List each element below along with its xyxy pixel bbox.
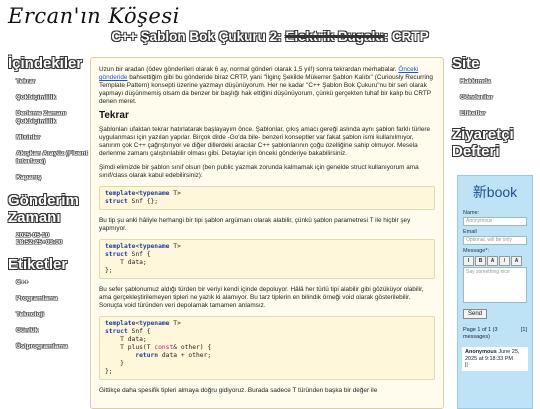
guestbook-entry: Anonymous June 25, 2025 at 9:18:33 PM ||: [462, 347, 528, 371]
entry-author: Anonymous: [465, 349, 497, 355]
name-label: Name:: [463, 210, 480, 216]
entry-text: ||: [465, 362, 468, 368]
toc-item[interactable]: Mixinler: [16, 134, 88, 142]
guestbook-heading: Ziyaretçi Defteri: [452, 126, 514, 160]
post-date-day: 2025-05-10: [16, 232, 50, 239]
tag-link[interactable]: Teknoloji: [16, 311, 88, 319]
code-token: const: [154, 344, 174, 351]
code-token: T>: [169, 320, 181, 327]
tag-list: C++ Programlama Teknoloji Günlük Üstprograml…: [8, 279, 88, 351]
post-content: Uzun bir aradan (ödev gönderileri olarak…: [90, 57, 444, 409]
site-link[interactable]: Hakkımda: [460, 78, 534, 86]
page-info: Page 1 of 1 (3 messages): [463, 327, 498, 340]
format-button[interactable]: A: [511, 256, 522, 266]
code-token: return: [135, 352, 159, 359]
code-token: template: [105, 320, 136, 327]
toc-item[interactable]: Akışkan Arayüz (Fluent Interface): [16, 150, 88, 166]
code-token: typename: [139, 243, 170, 250]
email-input[interactable]: Optional, will be only: [463, 236, 527, 245]
toc-heading: İçindekiler: [8, 55, 83, 72]
guestbook-widget: 新book Name: Anonymous Email Optional, wi…: [457, 175, 533, 409]
code-block-3: template<typename T> struct Snf { T data…: [99, 316, 435, 380]
site-title[interactable]: Ercan'ın Köşesi: [8, 4, 180, 28]
format-button[interactable]: A: [487, 256, 498, 266]
post-date: 2025-05-10 18:52:25+03:00: [16, 232, 88, 246]
code-token: Snf {: [127, 251, 151, 258]
code-token: typename: [139, 190, 170, 197]
site-heading: Site: [452, 55, 480, 72]
code-token: struct: [105, 198, 128, 205]
site-link[interactable]: Etiketler: [460, 110, 534, 118]
right-sidebar: Site Hakkımda Gönderiler Etiketler Ziyaret…: [452, 55, 534, 166]
post-title-part2: : CRTP: [383, 29, 429, 44]
format-button[interactable]: I: [463, 256, 474, 266]
code-token: T>: [169, 243, 181, 250]
code-token: struct: [105, 328, 128, 335]
page-link[interactable]: [1]: [521, 327, 527, 341]
section-heading: Tekrar: [99, 110, 129, 121]
formatting-toolbar: I B A / A: [463, 256, 527, 266]
code-token: T plus(T: [105, 344, 155, 351]
code-block-1: template<typename T> struct Snf {};: [99, 186, 435, 210]
left-sidebar: İçindekiler Tekrar Çokbiçimlilik Derleme Z…: [8, 55, 88, 359]
code-token: template: [105, 190, 136, 197]
message-textarea[interactable]: Say something nice: [463, 267, 527, 303]
toc-item[interactable]: Çokbiçimlilik: [16, 94, 88, 102]
code-token: struct: [105, 251, 128, 258]
guestbook-logo[interactable]: 新book: [458, 182, 532, 202]
code-token: T>: [169, 190, 181, 197]
post-date-time: 18:52:25+03:00: [16, 239, 63, 246]
send-button[interactable]: Send: [463, 309, 488, 319]
code-token: & other) {: [173, 344, 212, 351]
post-title-part1: C++ Şablon Bok Çukuru 2:: [111, 29, 286, 44]
site-links: Hakkımda Gönderiler Etiketler: [452, 78, 534, 118]
intro-paragraph: Uzun bir aradan (ödev gönderileri olarak…: [99, 66, 435, 106]
paragraph-2: Şimdi elimizde bir şablon sınıf olsun (b…: [99, 164, 419, 179]
toc-item[interactable]: Kapanış: [16, 174, 88, 182]
code-token: Snf {: [127, 328, 151, 335]
code-token: };: [105, 368, 113, 375]
code-token: T data;: [105, 259, 147, 266]
post-title-struck: Elektrik Bugalu: [285, 29, 384, 44]
intro-text-1: Uzun bir aradan (ödev gönderileri olarak…: [99, 66, 399, 73]
paragraph-3: Bu tip şu anki hâliyle herhangi bir tipi…: [99, 217, 411, 232]
tag-link[interactable]: Günlük: [16, 327, 88, 335]
code-token: Snf {};: [127, 198, 159, 205]
code-token: T data;: [105, 336, 147, 343]
tag-link[interactable]: Programlama: [16, 295, 88, 303]
paragraph-1: Şablonları ufaktan tekrar hatırlatarak b…: [99, 126, 431, 157]
site-link[interactable]: Gönderiler: [460, 94, 534, 102]
code-token: };: [105, 267, 113, 274]
toc-item[interactable]: Derleme Zamanı Çokbiçimlilik: [16, 110, 88, 126]
paragraph-4: Bu sefer şablonumuz aldığı türden bir ve…: [99, 286, 424, 309]
tags-heading: Etiketler: [8, 256, 68, 273]
name-input[interactable]: Anonymous: [463, 217, 527, 226]
code-block-2: template<typename T> struct Snf { T data…: [99, 239, 435, 279]
code-token: }: [105, 360, 124, 367]
post-title: C++ Şablon Bok Çukuru 2: Elektrik Bugalu…: [0, 29, 540, 44]
guestbook-form: Name: Anonymous Email Optional, will be …: [458, 210, 532, 341]
toc-item[interactable]: Tekrar: [16, 78, 88, 86]
tag-link[interactable]: C++: [16, 279, 88, 287]
tag-link[interactable]: Üstprogramlama: [16, 343, 88, 351]
message-label: Message*:: [463, 248, 489, 254]
code-token: typename: [139, 320, 170, 327]
format-button[interactable]: /: [499, 256, 510, 266]
paragraph-5: Gittikçe daha spesifik tipleri almaya do…: [99, 387, 378, 394]
format-button[interactable]: B: [475, 256, 486, 266]
date-heading: Gönderim Zamanı: [8, 192, 79, 226]
toc-list: Tekrar Çokbiçimlilik Derleme Zamanı Çokbiç…: [8, 78, 88, 182]
code-token: template: [105, 243, 136, 250]
code-token: data + other;: [158, 352, 212, 359]
pagination: Page 1 of 1 (3 messages) [1]: [463, 327, 527, 341]
email-label: Email: [463, 229, 477, 235]
intro-text-2: bahsettiğim gibi bu gönderide biraz CRTP…: [99, 74, 433, 105]
